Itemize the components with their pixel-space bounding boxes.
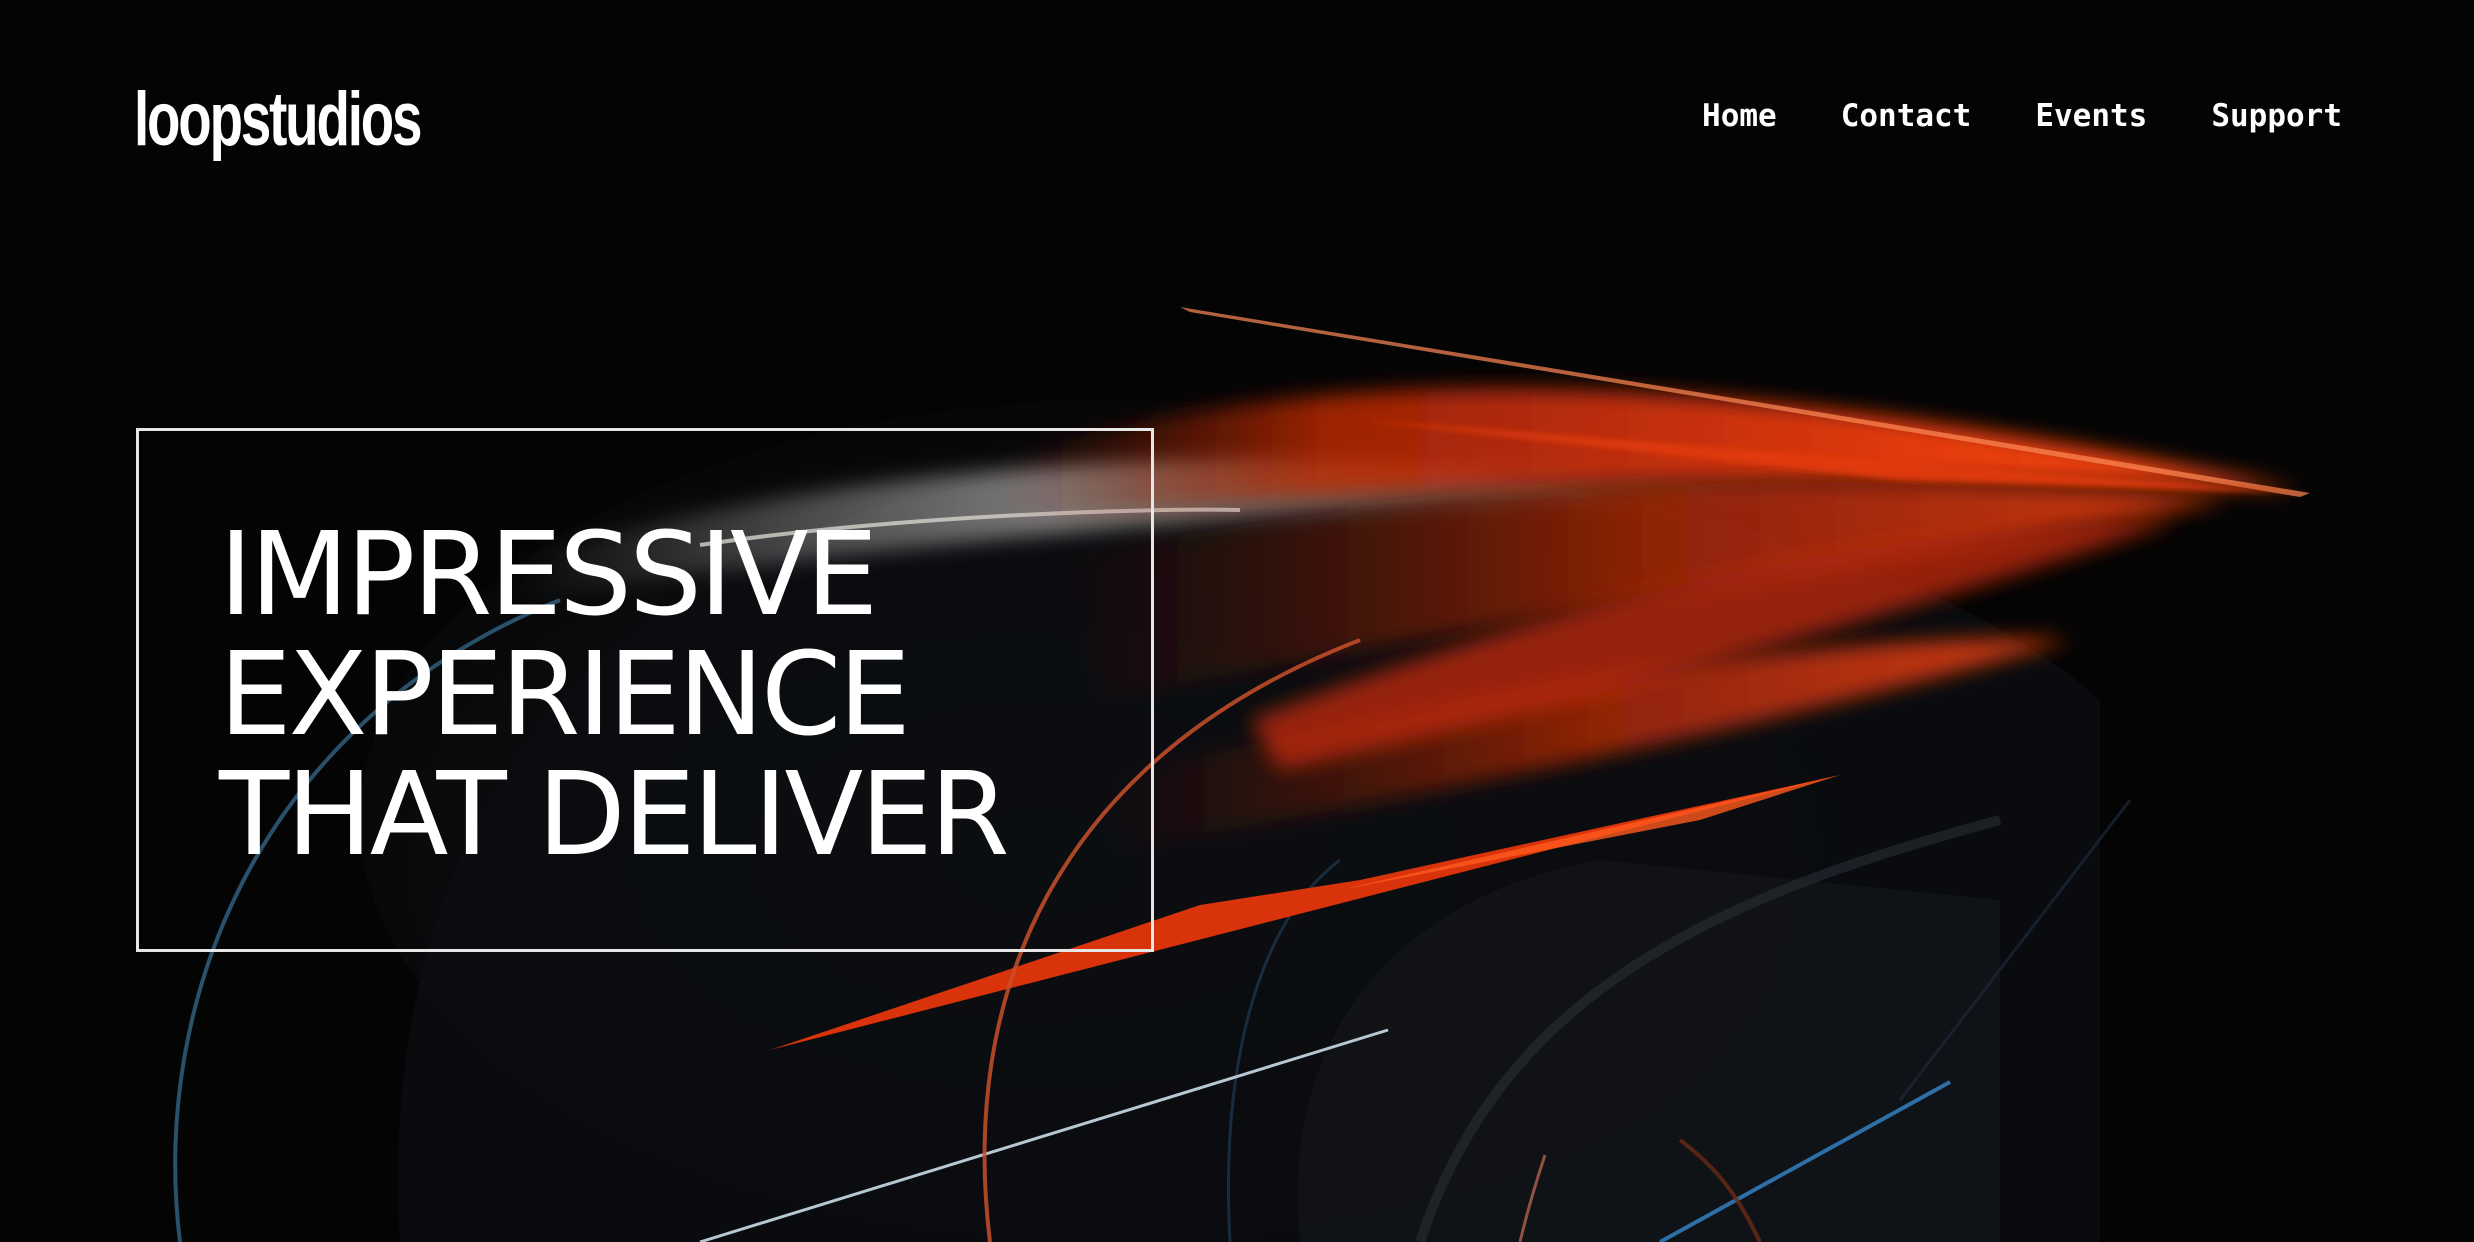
nav-link-contact[interactable]: Contact <box>1841 96 1972 136</box>
hero-headline-box: IMPRESSIVE EXPERIENCE THAT DELIVER <box>136 428 1154 952</box>
hero-headline: IMPRESSIVE EXPERIENCE THAT DELIVER <box>219 508 1010 882</box>
nav-link-events[interactable]: Events <box>2035 96 2147 136</box>
main-nav: Home Contact Events Support <box>1702 96 2342 136</box>
nav-link-home[interactable]: Home <box>1702 96 1777 136</box>
nav-link-support[interactable]: Support <box>2211 96 2342 136</box>
landing-page: loopstudios Home Contact Events Support … <box>0 0 2474 1242</box>
headline-line-2: EXPERIENCE <box>219 628 911 762</box>
headline-line-3: THAT DELIVER <box>219 748 1010 882</box>
nav-item-events: Events <box>2035 96 2147 136</box>
headline-line-1: IMPRESSIVE <box>219 508 878 642</box>
brand-logo[interactable]: loopstudios <box>134 82 422 158</box>
site-header: loopstudios Home Contact Events Support <box>0 0 2474 240</box>
nav-item-support: Support <box>2211 96 2342 136</box>
nav-item-contact: Contact <box>1841 96 1972 136</box>
nav-item-home: Home <box>1702 96 1777 136</box>
